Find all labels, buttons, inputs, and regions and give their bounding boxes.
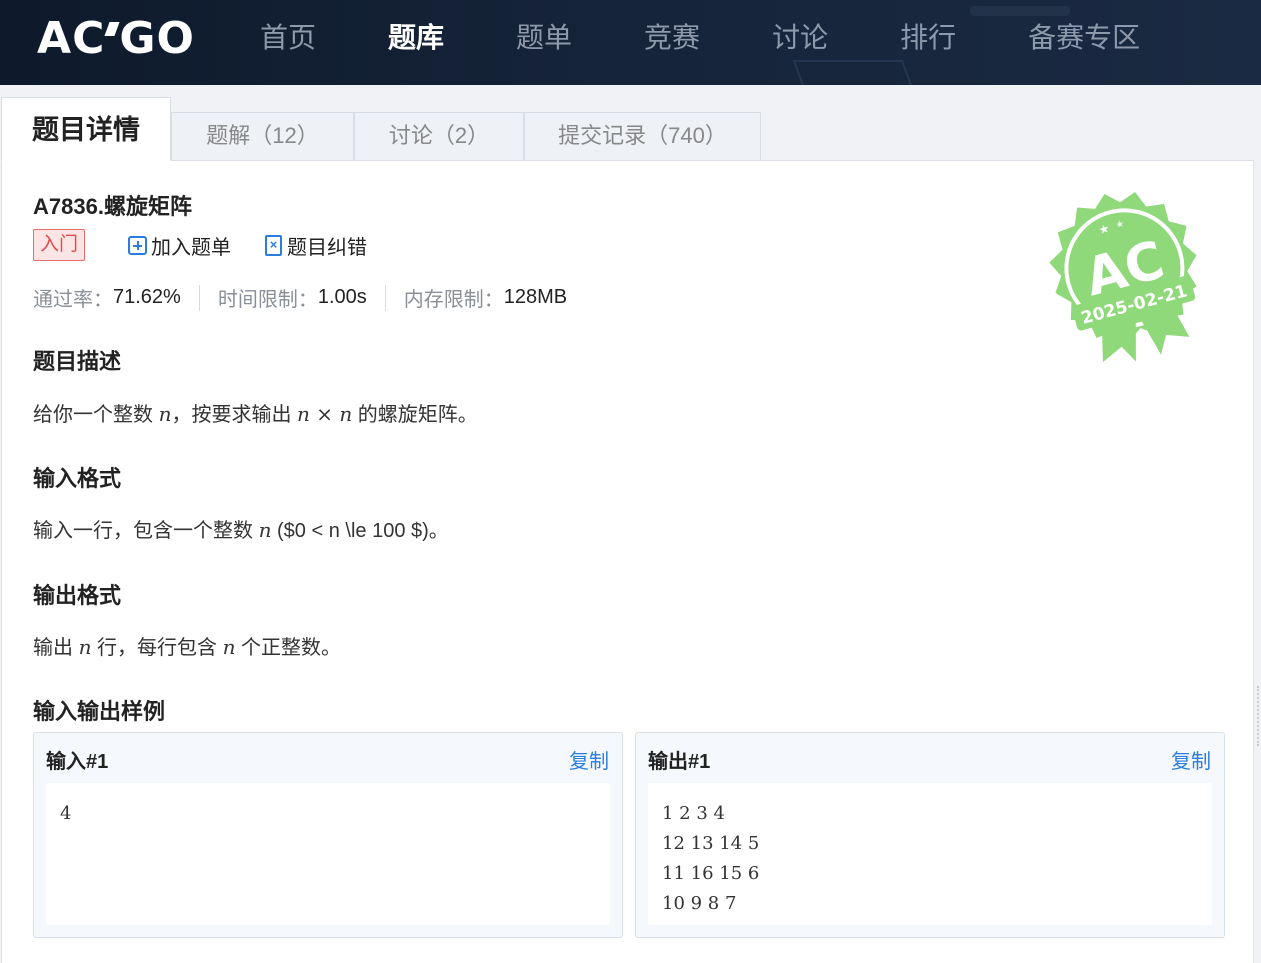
logo-text-a: A <box>37 12 73 64</box>
background-decoration <box>792 60 918 85</box>
nav-ranking[interactable]: 排行 <box>900 18 956 58</box>
output-text-part: 行，每行包含 <box>91 637 223 659</box>
difficulty-badge: 入门 <box>33 229 86 261</box>
output-format-text: 输出 n 行，每行包含 n 个正整数。 <box>33 631 341 660</box>
description-text: 给你一个整数 n，按要求输出 n × n 的螺旋矩阵。 <box>33 398 478 427</box>
output-format-heading: 输出格式 <box>33 583 122 608</box>
time-limit-label: 时间限制： <box>217 289 318 311</box>
report-error-button[interactable]: × 题目纠错 <box>265 231 367 260</box>
description-heading: 题目描述 <box>33 349 122 374</box>
input-format-heading: 输入格式 <box>33 466 122 491</box>
memory-limit-label: 内存限制： <box>403 289 504 311</box>
logo-text-c: C <box>72 12 106 64</box>
description-text-part: 给你一个整数 <box>33 404 159 426</box>
problem-tabs: 题目详情 题解（12） 讨论（2） 提交记录（740） <box>0 97 1254 161</box>
nav-discuss[interactable]: 讨论 <box>772 18 828 58</box>
background-decoration <box>970 6 1070 16</box>
input-format-text: 输入一行，包含一个整数 n ($0 < n \le 100 $)。 <box>33 514 449 543</box>
pass-rate-value: 71.62% <box>113 286 181 308</box>
acgo-logo[interactable]: A C GO <box>37 13 195 64</box>
sample-input-code: 4 <box>46 783 610 925</box>
tab-solutions[interactable]: 题解（12） <box>171 112 354 160</box>
math-n: n <box>222 635 236 659</box>
description-text-part: 的螺旋矩阵。 <box>352 404 478 426</box>
divider <box>384 284 386 311</box>
nav-problems[interactable]: 题库 <box>388 18 444 58</box>
samples-heading: 输入输出样例 <box>33 699 166 724</box>
memory-limit-value: 128MB <box>503 286 568 308</box>
report-error-label: 题目纠错 <box>287 237 367 259</box>
math-n: n <box>158 402 172 426</box>
ac-stamp-badge: ★ ★ AC 2025-02-21 <box>1049 191 1197 363</box>
add-to-list-button[interactable]: 加入题单 <box>128 231 231 260</box>
document-x-icon: × <box>265 235 282 256</box>
problem-panel: A7836.螺旋矩阵 入门 加入题单 × 题目纠错 通过率： 71.62% 时间… <box>1 160 1254 963</box>
nav-home[interactable]: 首页 <box>260 18 316 58</box>
logo-text-go: GO <box>119 12 195 64</box>
problem-title: A7836.螺旋矩阵 <box>33 194 192 219</box>
main-nav: 首页 题库 题单 竞赛 讨论 排行 备赛专区 <box>260 18 1212 58</box>
nav-contest-prep[interactable]: 备赛专区 <box>1028 18 1140 58</box>
tab-problem-detail[interactable]: 题目详情 <box>1 97 171 161</box>
time-limit-value: 1.00s <box>317 286 367 308</box>
sample-input-label: 输入#1 <box>46 751 109 773</box>
math-n: n <box>78 635 92 659</box>
output-text-part: 输出 <box>33 637 79 659</box>
sample-output-label: 输出#1 <box>648 751 711 773</box>
output-text-part: 个正整数。 <box>235 637 342 659</box>
scrollbar[interactable] <box>1257 686 1260 746</box>
divider <box>198 284 200 311</box>
top-nav-bar: A C GO 首页 题库 题单 竞赛 讨论 排行 备赛专区 <box>0 0 1261 85</box>
math-expression: n × n <box>297 402 353 426</box>
sample-output-box: 输出#1 复制 1 2 3 4 12 13 14 5 11 16 15 6 10… <box>635 732 1225 938</box>
math-n: n <box>258 518 272 542</box>
sample-input-box: 输入#1 复制 4 <box>33 732 623 938</box>
copy-output-button[interactable]: 复制 <box>1171 745 1211 774</box>
plus-square-icon <box>128 236 147 255</box>
tab-submissions[interactable]: 提交记录（740） <box>524 112 761 160</box>
nav-contests[interactable]: 竞赛 <box>644 18 700 58</box>
nav-problem-lists[interactable]: 题单 <box>516 18 572 58</box>
add-to-list-label: 加入题单 <box>151 237 231 259</box>
sample-output-code: 1 2 3 4 12 13 14 5 11 16 15 6 10 9 8 7 <box>648 783 1212 925</box>
problem-stats: 通过率： 71.62% 时间限制： 1.00s 内存限制： 128MB <box>33 283 567 312</box>
pass-rate-label: 通过率： <box>33 289 113 311</box>
logo-tick-mark <box>104 22 120 36</box>
input-text-part: ($0 < n \le 100 $)。 <box>271 520 449 542</box>
copy-input-button[interactable]: 复制 <box>569 745 609 774</box>
input-text-part: 输入一行，包含一个整数 <box>33 520 259 542</box>
tab-discussion[interactable]: 讨论（2） <box>354 112 524 160</box>
description-text-part: ，按要求输出 <box>171 404 298 426</box>
